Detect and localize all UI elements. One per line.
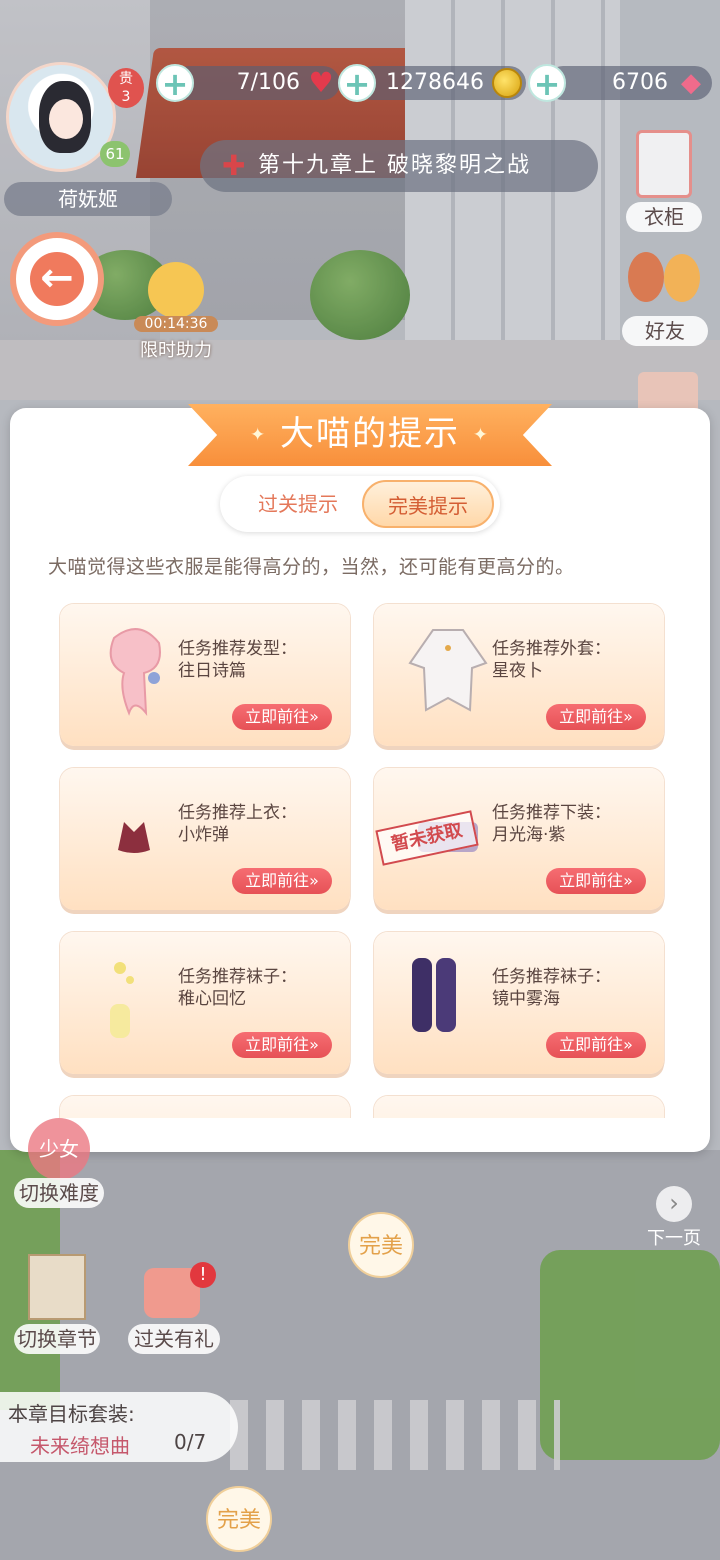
clear-reward-button[interactable]: ! 过关有礼 [128,1262,220,1354]
target-suit-name[interactable]: 未来绮想曲 [30,1430,130,1459]
target-title: 本章目标套装: [8,1402,135,1426]
add-stamina-button[interactable]: + [156,64,194,102]
recommend-card-hair[interactable]: 任务推荐发型： 往日诗篇 立即前往» [60,604,350,746]
card-item-name: 小炸弹 [178,825,229,845]
switch-difficulty-label: 切换难度 [14,1178,104,1208]
heart-icon: ♥ [308,66,334,99]
chapter-title: 第十九章上 破晓黎明之战 [258,153,531,178]
switch-chapter-button[interactable]: 切换章节 [14,1254,100,1354]
go-button[interactable]: 立即前往» [546,1032,646,1058]
perfect-bubble: 完美 [206,1486,272,1552]
card-item-name: 月光海·紫 [492,825,566,845]
friend-avatar-icon [664,254,700,302]
gem-value: 6706 [612,70,668,95]
recommend-card-partial[interactable] [60,1096,350,1118]
wardrobe-button[interactable]: 衣柜 [626,122,702,232]
coin-counter: 1278646 [356,66,526,100]
back-button[interactable]: ← [10,232,104,326]
target-progress: 0/7 [174,1430,207,1454]
dialog-title: ✦ 大喵的提示 ✦ [188,404,552,466]
hair-icon [84,618,184,718]
limited-help-label: 限时助力 [140,340,212,361]
next-page-button[interactable]: › 下一页 [636,1186,712,1252]
avatar-face [49,99,83,139]
go-button[interactable]: 立即前往» [546,868,646,894]
go-button[interactable]: 立即前往» [546,704,646,730]
hint-tabs: 过关提示 完美提示 [220,476,500,532]
wardrobe-label: 衣柜 [626,202,702,232]
card-category: 任务推荐外套： [492,639,611,659]
dialog-title-text: 大喵的提示 [280,414,460,454]
card-category: 任务推荐袜子： [178,967,297,987]
switch-chapter-label: 切换章节 [14,1324,100,1354]
friends-button[interactable]: 好友 [622,248,708,346]
player-name: 荷妩姬 [4,182,172,216]
hint-dialog: ✦ 大喵的提示 ✦ 过关提示 完美提示 大喵觉得这些衣服是能得高分的，当然，还可… [10,404,710,1152]
recommend-card-partial[interactable] [374,1096,664,1118]
card-category: 任务推荐下装： [492,803,611,823]
card-category: 任务推荐上衣： [178,803,297,823]
socks-icon [84,946,184,1046]
add-gems-button[interactable]: + [528,64,566,102]
gem-counter: 6706 ◆ [546,66,712,100]
rank-number: 3 [121,89,131,105]
alert-icon: ! [190,1262,216,1288]
coin-icon [492,68,522,98]
go-button[interactable]: 立即前往» [232,704,332,730]
recommend-card-socks-2[interactable]: 任务推荐袜子： 镜中雾海 立即前往» [374,932,664,1074]
difficulty-value: 少女 [28,1118,90,1180]
chevron-right-icon: › [656,1186,692,1222]
card-item-name: 镜中雾海 [492,989,560,1009]
gift-icon [148,262,204,318]
go-button[interactable]: 立即前往» [232,1032,332,1058]
card-item-name: 往日诗篇 [178,661,246,681]
socks-icon [398,946,498,1046]
gem-icon: ◆ [681,68,701,98]
wardrobe-icon [636,130,692,198]
go-button[interactable]: 立即前往» [232,868,332,894]
tab-perfect-hint[interactable]: 完美提示 [362,480,494,528]
sparkle-icon: ✦ [472,424,490,446]
book-icon [28,1254,86,1320]
recommend-card-socks[interactable]: 任务推荐袜子： 稚心回忆 立即前往» [60,932,350,1074]
perfect-bubble: 完美 [348,1212,414,1278]
card-item-name: 星夜卜 [492,661,543,681]
chapter-banner: ✚ 第十九章上 破晓黎明之战 [200,140,598,192]
friends-label: 好友 [622,316,708,346]
switch-difficulty-button[interactable]: 少女 切换难度 [14,1118,104,1208]
chapter-target-panel: 本章目标套装: 未来绮想曲 0/7 [0,1392,238,1462]
recommendation-list[interactable]: 任务推荐发型： 往日诗篇 立即前往» 任务推荐外套： 星夜卜 立即前往» 任务推… [10,596,710,1118]
arrow-left-icon: ← [30,252,84,306]
stamina-value: 7/106 [236,70,300,95]
tab-pass-hint[interactable]: 过关提示 [232,480,364,528]
next-page-label: 下一页 [647,1228,701,1249]
limited-help-button[interactable]: 00:14:36 限时助力 [128,258,224,361]
coat-icon [398,618,498,718]
friend-avatar-icon [628,252,664,302]
recommend-card-bottom[interactable]: 暂未获取 任务推荐下装： 月光海·紫 立即前往» [374,768,664,910]
level-badge: 61 [100,141,130,167]
coin-value: 1278646 [386,70,484,95]
card-item-name: 稚心回忆 [178,989,246,1009]
add-coins-button[interactable]: + [338,64,376,102]
recommend-card-coat[interactable]: 任务推荐外套： 星夜卜 立即前往» [374,604,664,746]
sparkle-icon: ✦ [250,424,268,446]
hint-text: 大喵觉得这些衣服是能得高分的，当然，还可能有更高分的。 [48,556,575,578]
limited-help-timer: 00:14:36 [134,316,218,332]
recommend-card-top[interactable]: 任务推荐上衣： 小炸弹 立即前往» [60,768,350,910]
stamina-counter: 7/106 ♥ [172,66,340,100]
card-category: 任务推荐袜子： [492,967,611,987]
top-icon [84,782,184,882]
rank-badge: 贵 3 [108,68,144,108]
cross-icon: ✚ [222,149,248,182]
rank-label: 贵 [119,71,133,87]
card-category: 任务推荐发型： [178,639,297,659]
clear-reward-label: 过关有礼 [128,1324,220,1354]
